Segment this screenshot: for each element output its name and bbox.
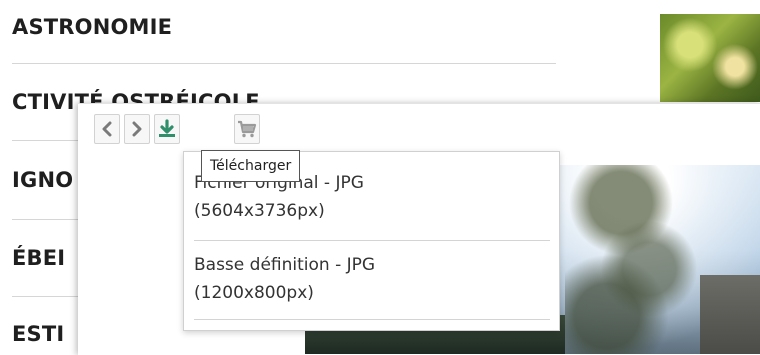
download-option-format: Basse définition - JPG — [194, 255, 376, 275]
download-button[interactable] — [154, 114, 180, 144]
download-option-size: (1200x800px) — [194, 283, 314, 303]
chevron-right-icon — [132, 121, 142, 137]
cart-button[interactable] — [234, 114, 260, 144]
download-icon — [159, 119, 175, 137]
photo-thumbnail-vines[interactable] — [660, 14, 760, 102]
photo-building — [700, 275, 760, 354]
category-item-astronomie[interactable]: ASTRONOMIE — [12, 15, 556, 39]
download-option-size: (5604x3736px) — [194, 201, 325, 221]
menu-divider — [194, 240, 550, 241]
download-tooltip: Télécharger — [201, 150, 301, 182]
chevron-left-icon — [102, 121, 112, 137]
download-option-low-res[interactable]: Basse définition - JPG (1200x800px) — [194, 251, 550, 307]
cart-icon — [238, 120, 257, 138]
menu-divider — [194, 319, 550, 320]
divider — [12, 63, 556, 64]
photo-tree-silhouette — [565, 165, 705, 354]
next-button[interactable] — [124, 114, 150, 144]
previous-button[interactable] — [94, 114, 120, 144]
